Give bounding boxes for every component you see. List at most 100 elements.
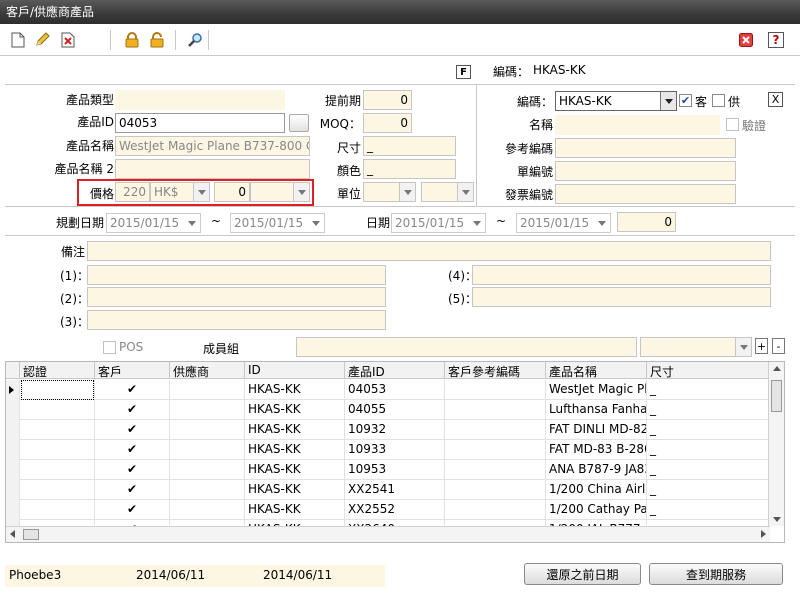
pos-checkbox[interactable] [103, 341, 116, 354]
table-row[interactable]: ✔ HKAS-KK 10932 FAT DINLI MD-82 _ [6, 420, 770, 440]
row-header[interactable] [6, 440, 20, 460]
cell-id[interactable]: HKAS-KK [245, 400, 345, 420]
cell-size[interactable]: _ [647, 400, 770, 420]
cell-customer-ref[interactable] [445, 420, 546, 440]
cell-verify[interactable] [20, 500, 95, 520]
cell-customer-ref[interactable] [445, 460, 546, 480]
color-input[interactable]: _ [363, 159, 456, 179]
row-header[interactable] [6, 480, 20, 500]
cell-customer[interactable]: ✔ [95, 440, 170, 460]
cell-customer[interactable]: ✔ [95, 500, 170, 520]
vertical-scrollbar[interactable] [768, 362, 784, 526]
f-button[interactable]: F [456, 65, 471, 79]
cell-id[interactable]: HKAS-KK [245, 420, 345, 440]
cell-supplier[interactable] [170, 500, 245, 520]
remark-1-input[interactable] [87, 265, 386, 285]
cell-customer-ref[interactable] [445, 380, 546, 400]
close-icon[interactable] [735, 29, 757, 51]
ref-no-input[interactable] [555, 138, 736, 158]
cell-product-id[interactable]: XX2552 [345, 500, 445, 520]
plan-date-from-picker[interactable]: 2015/01/15 [106, 213, 201, 233]
row-header[interactable] [6, 400, 20, 420]
cell-customer-ref[interactable] [445, 500, 546, 520]
lock-icon[interactable] [121, 29, 143, 51]
column-header-size[interactable]: 尺寸 [647, 362, 770, 379]
price-2-unit-select[interactable] [250, 182, 310, 202]
cell-product-id[interactable]: 10933 [345, 440, 445, 460]
cell-customer-ref[interactable] [445, 400, 546, 420]
date-to-picker[interactable]: 2015/01/15 [516, 213, 611, 233]
product-id-input[interactable]: 04053 [115, 113, 285, 133]
remark-3-input[interactable] [87, 310, 386, 330]
search-icon[interactable] [184, 29, 206, 51]
row-header[interactable] [6, 500, 20, 520]
cell-customer[interactable]: ✔ [95, 460, 170, 480]
table-row[interactable]: ✔ HKAS-KK 04053 WestJet Magic Pla _ [6, 380, 770, 400]
cell-supplier[interactable] [170, 460, 245, 480]
unit-select[interactable] [363, 182, 416, 202]
cell-product-name[interactable]: FAT DINLI MD-82 [546, 420, 647, 440]
cell-id[interactable]: HKAS-KK [245, 460, 345, 480]
cell-supplier[interactable] [170, 400, 245, 420]
cell-product-id[interactable]: XX2541 [345, 480, 445, 500]
invoice-no-input[interactable] [555, 184, 736, 204]
name-input[interactable] [555, 115, 720, 135]
cell-product-name[interactable]: 1/200 China Airlin [546, 480, 647, 500]
delete-icon[interactable] [57, 29, 79, 51]
remark-5-input[interactable] [472, 287, 771, 307]
product-name-2-input[interactable] [115, 159, 310, 179]
price-input[interactable]: 220 [115, 182, 150, 202]
product-name-input[interactable]: WestJet Magic Plane B737-800 C-G [115, 136, 310, 156]
scroll-down-icon[interactable] [773, 517, 781, 522]
scroll-left-icon[interactable] [10, 530, 15, 538]
table-row[interactable]: ✔ HKAS-KK XX2552 1/200 Cathay Pac _ [6, 500, 770, 520]
cell-customer[interactable]: ✔ [95, 480, 170, 500]
cell-size[interactable]: _ [647, 420, 770, 440]
cell-verify[interactable] [20, 460, 95, 480]
cell-verify[interactable] [20, 420, 95, 440]
cell-product-id[interactable]: 10932 [345, 420, 445, 440]
supplier-checkbox[interactable] [712, 94, 725, 107]
cell-verify[interactable] [20, 400, 95, 420]
row-header[interactable] [6, 420, 20, 440]
cell-size[interactable]: _ [647, 480, 770, 500]
cell-product-name[interactable]: ANA B787-9 JA83 [546, 460, 647, 480]
cell-size[interactable]: _ [647, 380, 770, 400]
size-input[interactable]: _ [363, 136, 456, 156]
cell-size[interactable]: _ [647, 440, 770, 460]
code-select[interactable]: HKAS-KK [555, 91, 677, 111]
customer-checkbox[interactable]: ✔ [679, 94, 692, 107]
row-header[interactable] [6, 460, 20, 480]
cell-product-name[interactable]: FAT MD-83 B-280 [546, 440, 647, 460]
edit-icon[interactable] [31, 29, 53, 51]
column-header-id[interactable]: ID [245, 362, 345, 379]
horizontal-scroll-thumb[interactable] [23, 529, 39, 540]
cell-product-id[interactable]: 04053 [345, 380, 445, 400]
help-button[interactable]: ? [765, 29, 787, 51]
cell-product-id[interactable]: 04055 [345, 400, 445, 420]
cell-product-id[interactable]: 10953 [345, 460, 445, 480]
cell-id[interactable]: HKAS-KK [245, 380, 345, 400]
cell-id[interactable]: HKAS-KK [245, 480, 345, 500]
cell-id[interactable]: HKAS-KK [245, 440, 345, 460]
horizontal-scrollbar[interactable] [6, 526, 770, 542]
price-2-input[interactable]: 0 [214, 182, 250, 202]
cell-id[interactable]: HKAS-KK [245, 500, 345, 520]
remark-2-input[interactable] [87, 287, 386, 307]
cell-size[interactable]: _ [647, 500, 770, 520]
column-header-supplier[interactable]: 供應商 [170, 362, 245, 379]
scroll-up-icon[interactable] [773, 366, 781, 371]
count-input[interactable]: 0 [617, 212, 676, 232]
column-header-product-name[interactable]: 產品名稱 [546, 362, 647, 379]
cell-supplier[interactable] [170, 420, 245, 440]
cell-supplier[interactable] [170, 380, 245, 400]
plan-date-to-picker[interactable]: 2015/01/15 [230, 213, 325, 233]
cell-customer-ref[interactable] [445, 480, 546, 500]
cell-supplier[interactable] [170, 440, 245, 460]
member-group-select[interactable] [640, 337, 752, 357]
moq-input[interactable]: 0 [363, 113, 412, 133]
vertical-scroll-thumb[interactable] [771, 380, 782, 412]
member-group-input[interactable] [296, 337, 637, 357]
cell-customer-ref[interactable] [445, 440, 546, 460]
cell-customer[interactable]: ✔ [95, 400, 170, 420]
